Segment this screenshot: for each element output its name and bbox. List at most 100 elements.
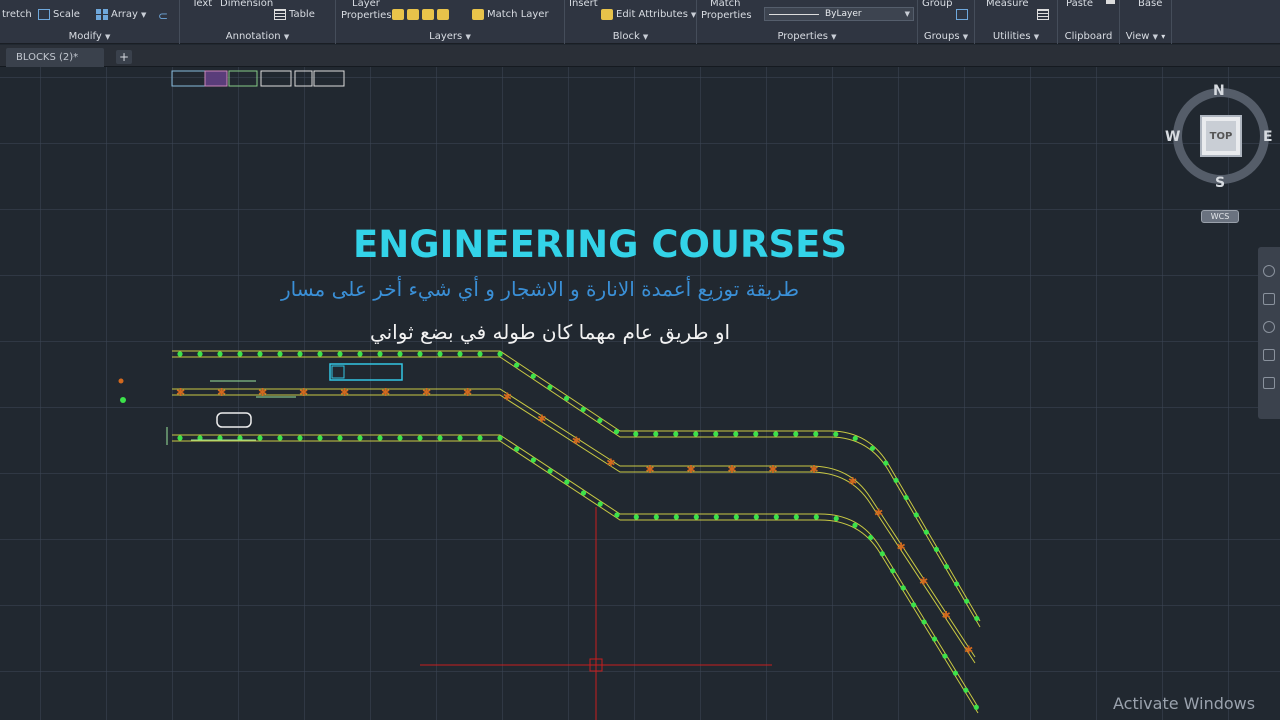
panel-groups: Group Groups ▼	[918, 0, 975, 44]
lamp-pole-marker: ✱	[572, 435, 581, 448]
table-tool[interactable]: Table	[274, 9, 315, 20]
tree-marker	[437, 435, 443, 441]
steering-wheel-icon[interactable]	[1263, 265, 1275, 277]
text-tool[interactable]: Text	[192, 0, 212, 9]
lamp-pole-marker: ✱	[809, 463, 818, 476]
panel-utilities: Measure Utilities ▼	[975, 0, 1058, 44]
measure-tool[interactable]: Measure	[986, 0, 1029, 9]
tree-marker	[177, 435, 183, 441]
panel-title-utilities[interactable]: Utilities ▼	[975, 31, 1057, 42]
compass-south[interactable]: S	[1215, 175, 1225, 191]
copy-tool[interactable]	[1106, 0, 1115, 4]
compass-west[interactable]: W	[1165, 129, 1180, 145]
match-properties-line1[interactable]: Match	[710, 0, 741, 9]
tree-marker	[497, 435, 503, 441]
tree-marker	[317, 351, 323, 357]
tree-marker	[337, 435, 343, 441]
tree-marker	[879, 551, 885, 557]
pan-icon[interactable]	[1263, 293, 1275, 305]
lamp-pole-marker: ✱	[217, 386, 226, 399]
match-properties-label-1: Match	[710, 0, 741, 9]
zoom-icon[interactable]	[1263, 321, 1275, 333]
base-tool[interactable]: Base	[1138, 0, 1162, 9]
new-tab-button[interactable]: +	[116, 50, 132, 64]
bylayer-label: ByLayer	[825, 9, 862, 19]
chevron-down-icon: ▼	[140, 10, 147, 19]
wcs-menu[interactable]: WCS	[1201, 210, 1239, 223]
lamp-pole-marker: ✱	[299, 386, 308, 399]
layer-properties-button[interactable]: Properties	[341, 10, 392, 21]
tree-marker	[377, 435, 383, 441]
array-label: Array	[111, 9, 138, 20]
scale-tool[interactable]: Scale	[38, 9, 80, 20]
tree-marker	[530, 457, 537, 463]
tree-marker	[964, 598, 970, 604]
ucs-crosshair	[420, 507, 772, 720]
panel-title-groups[interactable]: Groups ▼	[918, 31, 974, 42]
layer-freeze-icon	[422, 9, 434, 20]
panel-title-block[interactable]: Block ▼	[565, 31, 696, 42]
tree-marker	[477, 351, 483, 357]
layer-isolate-icon	[407, 9, 419, 20]
drawing-canvas[interactable]: ✱ ✱ ✱ ✱ ✱ ✱ ✱ ✱ ✱ ✱ ✱ ✱ ✱ ✱ ✱ ✱ ✱ ✱ ✱ ✱ ✱ ✱ ✱	[0, 67, 1280, 720]
layer-lock-icon	[437, 9, 449, 20]
offset-tool[interactable]: ⊂	[158, 9, 168, 23]
measure-label: Measure	[986, 0, 1029, 9]
tree-marker	[833, 515, 839, 522]
group-edit-tool[interactable]	[956, 9, 968, 20]
tree-marker	[733, 431, 739, 437]
compass-east[interactable]: E	[1263, 129, 1273, 145]
scale-label: Scale	[53, 9, 80, 20]
insert-tool[interactable]: Insert	[569, 0, 598, 9]
tree-marker	[277, 435, 283, 441]
ribbon: tretch Scale Array ▼ ⊂ Modify ▼ Text Dime…	[0, 0, 1280, 44]
drawing-svg: ✱ ✱ ✱ ✱ ✱ ✱ ✱ ✱ ✱✱✱✱ ✱ ✱ ✱ ✱ ✱✱✱✱✱✱✱	[118, 70, 981, 720]
panel-title-view[interactable]: View ▼ ▾	[1120, 31, 1171, 42]
paste-tool[interactable]: Paste	[1066, 0, 1093, 9]
panel-title-annotation[interactable]: Annotation ▼	[180, 31, 335, 42]
viewcube[interactable]: N S E W TOP	[1165, 83, 1275, 194]
tree-marker	[297, 351, 303, 357]
tree-marker	[377, 351, 383, 357]
tree-marker	[514, 362, 520, 368]
tree-marker	[257, 435, 263, 441]
layer-tools[interactable]	[392, 9, 449, 20]
panel-title-modify[interactable]: Modify ▼	[0, 31, 179, 42]
tree-marker	[357, 435, 363, 441]
match-layer-icon	[472, 9, 484, 20]
lamp-pole-marker: ✱	[686, 463, 695, 476]
tree-marker	[693, 514, 699, 520]
top-label: TOP	[1206, 121, 1236, 151]
calculator-tool[interactable]	[1037, 9, 1049, 20]
lamp-pole-marker: ✱	[422, 386, 431, 399]
panel-title-layers[interactable]: Layers ▼	[336, 31, 564, 42]
linetype-select[interactable]: ByLayer ▼	[764, 7, 914, 21]
tree-marker	[613, 429, 620, 435]
stretch-tool[interactable]: tretch	[2, 9, 32, 20]
tab-blocks-label: BLOCKS (2)*	[16, 52, 79, 63]
panel-title-clipboard[interactable]: Clipboard	[1058, 31, 1119, 42]
lamp-pole-marker: ✱	[645, 463, 654, 476]
layer-off-icon	[392, 9, 404, 20]
showmotion-icon[interactable]	[1263, 377, 1275, 389]
tree-marker	[933, 546, 939, 552]
tree-marker	[457, 351, 463, 357]
stray-points	[118, 378, 126, 403]
compass-north[interactable]: N	[1213, 83, 1225, 99]
tree-marker	[563, 395, 570, 401]
match-layer-tool[interactable]: Match Layer	[472, 9, 549, 20]
lamp-pole-marker: ✱	[964, 643, 973, 656]
dimension-tool[interactable]: Dimension	[220, 0, 273, 9]
layer-properties-line1[interactable]: Layer	[352, 0, 380, 9]
viewcube-top-face[interactable]: TOP	[1200, 115, 1242, 157]
tree-marker	[197, 351, 203, 357]
tab-blocks[interactable]: BLOCKS (2)*	[6, 48, 104, 67]
tree-marker	[514, 446, 520, 452]
edit-attributes-tool[interactable]: Edit Attributes ▼	[601, 9, 696, 20]
match-properties-button[interactable]: Properties	[701, 10, 752, 21]
group-tool[interactable]: Group	[922, 0, 952, 9]
panel-title-properties[interactable]: Properties ▼	[697, 31, 917, 42]
array-tool[interactable]: Array ▼	[96, 9, 146, 20]
orbit-icon[interactable]	[1263, 349, 1275, 361]
match-layer-label: Match Layer	[487, 9, 549, 20]
